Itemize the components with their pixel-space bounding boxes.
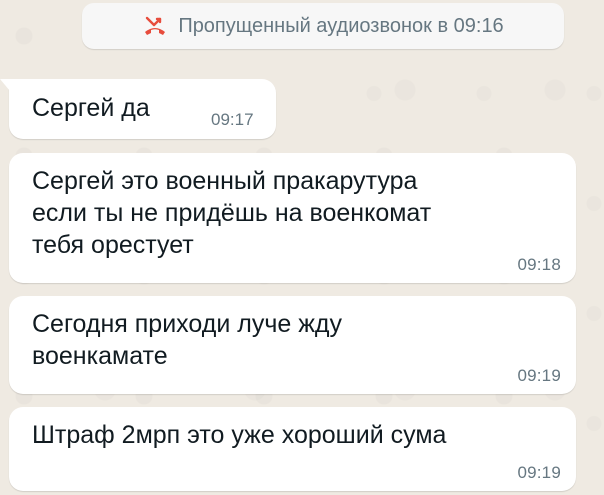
missed-call-notice[interactable]: Пропущенный аудиозвонок в 09:16	[82, 3, 564, 49]
message-time: 09:19	[517, 366, 561, 385]
message-bubble[interactable]: Сергей это военный пракарутура если ты н…	[9, 153, 576, 283]
missed-call-icon	[142, 13, 168, 39]
message-time: 09:17	[211, 110, 254, 129]
message-text: Сергей да	[32, 94, 150, 122]
chat-background: Пропущенный аудиозвонок в 09:16 Сергей д…	[0, 0, 604, 495]
missed-call-text: Пропущенный аудиозвонок в 09:16	[178, 14, 504, 37]
message-bubble[interactable]: Сергей да 09:17	[0, 79, 276, 139]
bubble-tail	[0, 79, 10, 91]
message-time: 09:19	[517, 463, 561, 482]
message-time: 09:18	[517, 255, 561, 274]
message-text: Сергей это военный пракарутура если ты н…	[32, 167, 432, 259]
message-bubble[interactable]: Штраф 2мрп это уже хороший сума 09:19	[9, 407, 576, 491]
message-bubble[interactable]: Сегодня приходи луче жду военкамате 09:1…	[9, 296, 576, 394]
message-text: Штраф 2мрп это уже хороший сума	[32, 421, 447, 449]
message-text: Сегодня приходи луче жду военкамате	[32, 310, 343, 370]
